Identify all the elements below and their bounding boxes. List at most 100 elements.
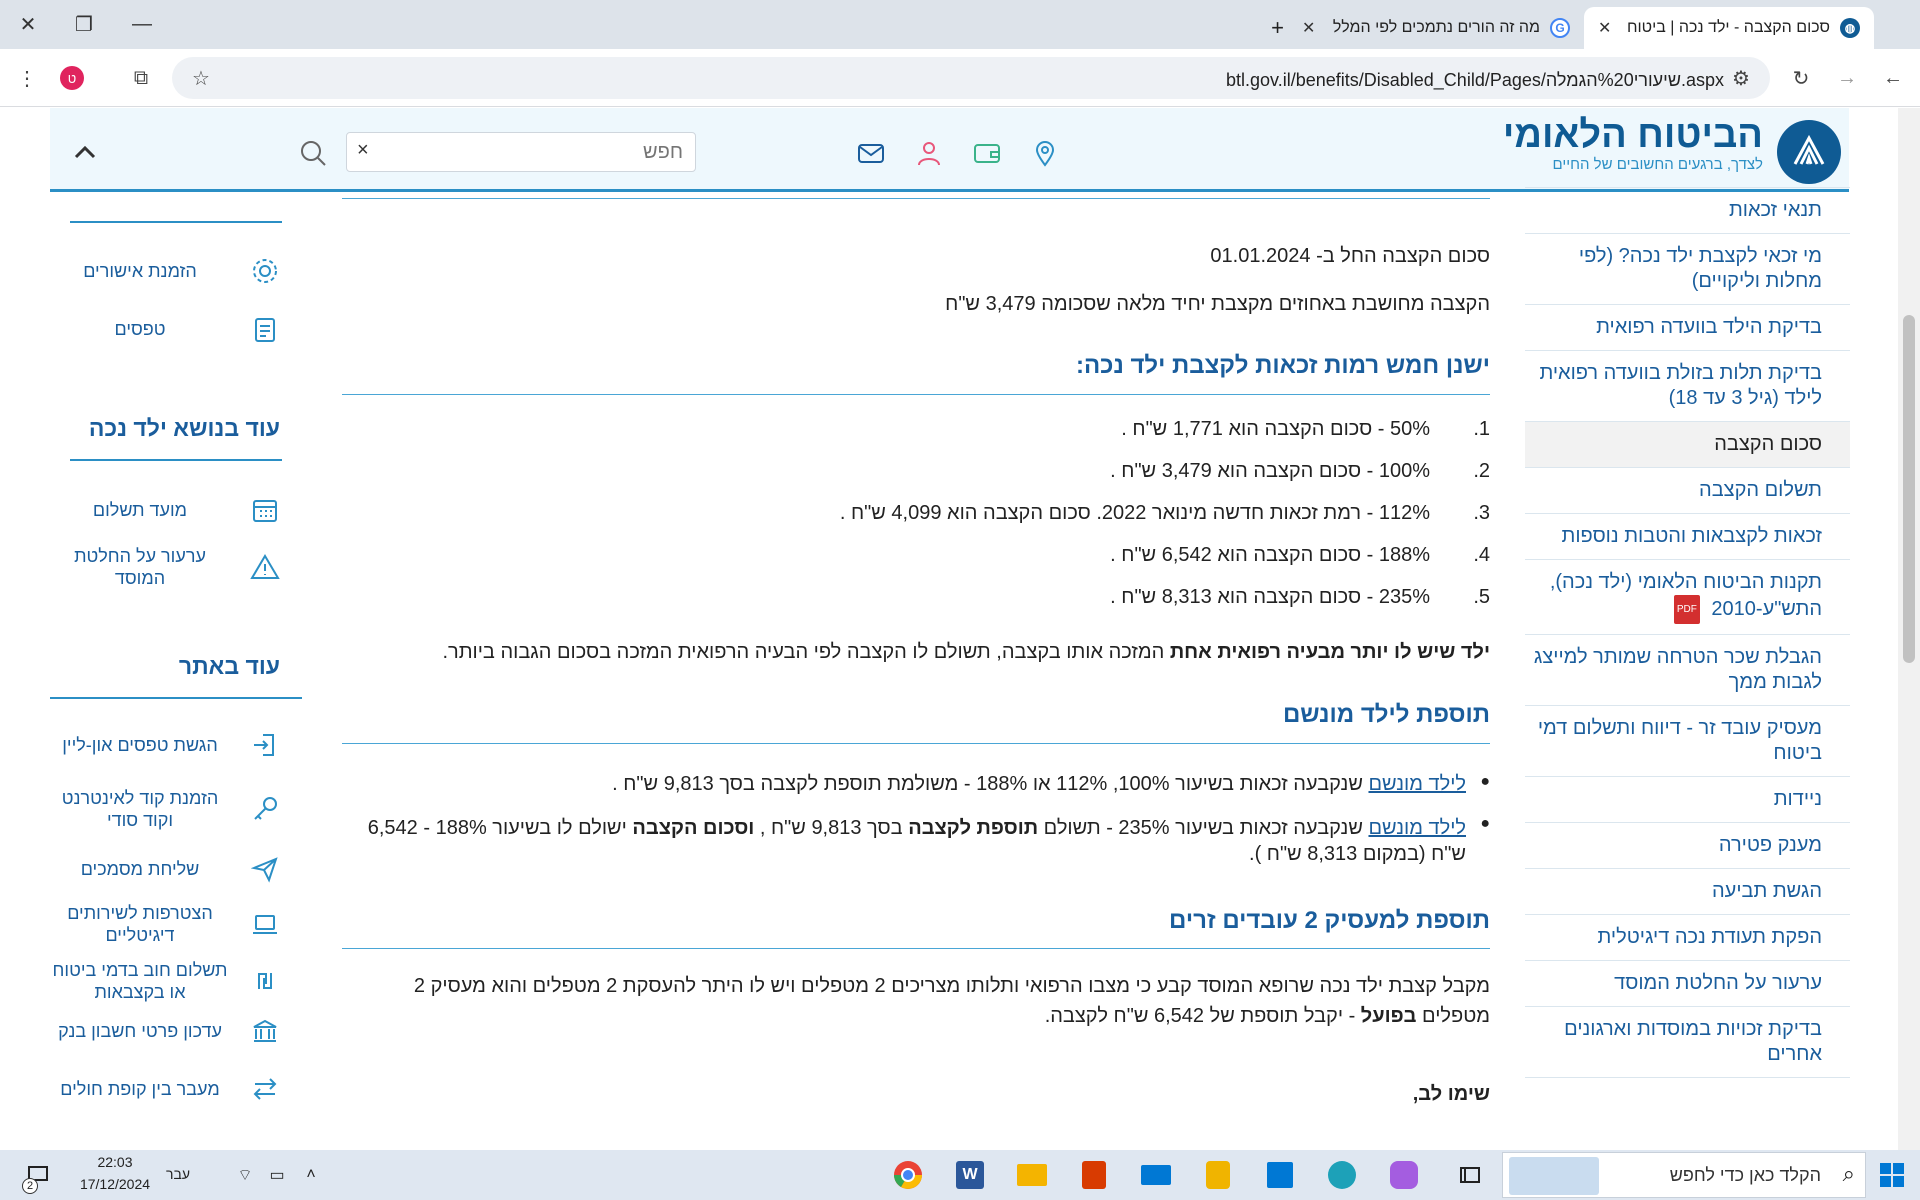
nav-item-digital-certificate[interactable]: הפקת תעודת נכה דיגיטלית [1525, 915, 1850, 961]
ventilated-heading: תוספת לילד מונשם [1283, 701, 1490, 728]
site-heading: עוד באתר [178, 653, 280, 679]
menu-dots-icon[interactable]: ⋮ [10, 61, 44, 95]
user-icon[interactable] [914, 138, 944, 168]
topic-heading: עוד בנושא ילד נכה [88, 415, 280, 441]
level-item: 4. 188% - סכום הקצבה הוא 6,542 ש"ח . [1110, 544, 1490, 566]
page-scrollbar[interactable] [1898, 108, 1920, 1150]
sidebar-item-order-code[interactable]: הזמנת קוד לאינטרנט וקוד סודי [50, 787, 280, 831]
lock-app-icon[interactable] [1198, 1156, 1238, 1194]
sidebar-item-appeal[interactable]: ערעור על החלטת המוסד [50, 545, 280, 589]
windows-start-icon[interactable] [1872, 1156, 1912, 1194]
levels-rule [342, 394, 1490, 395]
bookmark-star-icon[interactable]: ☆ [184, 61, 218, 95]
nav-item-foreign-worker[interactable]: מעסיק עובד זר - דיווח ותשלום דמי ביטוח [1525, 706, 1850, 777]
clock-date[interactable]: 17/12/2024 [70, 1176, 160, 1192]
level-item: 1. 50% - סכום הקצבה הוא 1,771 ש"ח . [1121, 418, 1490, 440]
chevron-up-icon[interactable] [70, 138, 100, 168]
clock-time[interactable]: 22:03 [75, 1154, 155, 1170]
close-tab-icon[interactable]: ✕ [1598, 18, 1611, 38]
sidebar-item-order-certificates[interactable]: הזמנת אישורים [50, 256, 280, 286]
sidebar-top-rule [70, 221, 282, 223]
topic-rule [70, 459, 282, 461]
sidebar-item-pay-debt[interactable]: תשלום חוב בדמי ביטוח או בקצבאות [50, 959, 280, 1003]
btl-logo[interactable] [1777, 120, 1841, 184]
minimize-window-icon[interactable]: — [114, 0, 170, 49]
wallet-icon[interactable] [972, 138, 1002, 168]
chrome-app-icon[interactable] [888, 1156, 928, 1194]
restore-window-icon[interactable]: ❐ [56, 0, 112, 49]
file-explorer-icon[interactable] [1012, 1156, 1052, 1194]
url-text[interactable]: btl.gov.il/benefits/Disabled_Child/Pages… [1226, 70, 1724, 91]
clipboard-icon [250, 314, 280, 344]
location-icon[interactable] [1030, 138, 1060, 168]
bank-icon [250, 1016, 280, 1046]
profile-avatar[interactable]: ט [60, 66, 84, 90]
nav-item-medical-committee[interactable]: בדיקת הילד בוועדה רפואית [1525, 305, 1850, 351]
tab-title: סכום הקצבה - ילד נכה | ביטוח ל [1623, 19, 1830, 36]
clear-search-icon[interactable]: × [357, 139, 369, 162]
plus-icon: + [1271, 15, 1284, 40]
multi-condition-note: ילד שיש לו יותר מבעיה רפואית אחת המזכה א… [442, 641, 1490, 663]
ventilated-child-link[interactable]: לילד מונשם [1368, 817, 1466, 839]
reload-icon[interactable]: ↻ [1784, 61, 1818, 95]
nav-item-dependency-check[interactable]: בדיקת תלות בזולת בוועדה רפואית לילד (גיל… [1525, 351, 1850, 422]
employer-rule [342, 948, 1490, 949]
edge-app-icon[interactable] [1322, 1156, 1362, 1194]
nav-item-other-institutions[interactable]: בדיקת זכויות במוסדות וארגונים אחרים [1525, 1007, 1850, 1078]
send-icon [250, 854, 280, 884]
task-view-icon[interactable] [1450, 1156, 1490, 1194]
nav-item-fee-limit[interactable]: הגבלת שכר הטרחה שמותר למייצג לגבות ממך [1525, 635, 1850, 706]
sidebar-item-online-forms[interactable]: הגשת טפסים און-ליין [50, 730, 280, 760]
wifi-icon[interactable]: ⌔ [230, 1156, 260, 1194]
search-icon: ⌕ [1842, 1161, 1855, 1186]
search-input[interactable] [405, 137, 685, 167]
word-app-icon[interactable]: W [950, 1156, 990, 1194]
gear-icon [250, 256, 280, 286]
note-heading: שימו לב, [1412, 1083, 1490, 1105]
tab-active[interactable]: ◍ סכום הקצבה - ילד נכה | ביטוח ל ✕ [1584, 7, 1874, 49]
btl-favicon-icon: ◍ [1840, 18, 1860, 38]
sidebar-item-bank-details[interactable]: עדכון פרטי חשבון בנק [50, 1016, 280, 1046]
browser-tab-bar: ✕ ❐ — + G מה זה הורים נתמכים לפי המלל ✕ … [0, 0, 1920, 49]
sidebar-item-forms[interactable]: טפסים [50, 314, 280, 344]
nav-item-submit-claim[interactable]: הגשת תביעה [1525, 869, 1850, 915]
sidebar-item-send-docs[interactable]: שליחת מסמכים [50, 854, 280, 884]
nav-item-death-grant[interactable]: מענק פטירה [1525, 823, 1850, 869]
ventilated-child-link[interactable]: לילד מונשם [1368, 773, 1466, 795]
language-indicator[interactable]: עבר [166, 1166, 190, 1182]
back-icon[interactable]: ← [1876, 61, 1910, 95]
tab-inactive[interactable]: G מה זה הורים נתמכים לפי המלל ✕ [1288, 7, 1584, 49]
office-app-icon[interactable] [1074, 1156, 1114, 1194]
nav-item-benefit-payment[interactable]: תשלום הקצבה [1525, 468, 1850, 514]
nav-item-mobility[interactable]: ניידות [1525, 777, 1850, 823]
shekel-icon [250, 966, 280, 996]
store-app-icon[interactable] [1260, 1156, 1300, 1194]
site-settings-icon[interactable]: ⚙ [1724, 61, 1758, 95]
nav-item-regulations[interactable]: תקנות הביטוח הלאומי (ילד נכה), התש"ע-201… [1525, 560, 1850, 635]
key-icon [250, 794, 280, 824]
brand-block: הביטוח הלאומי לצדך, ברגעים החשובים של הח… [1503, 114, 1763, 173]
tray-chevron-icon[interactable]: ˄ [296, 1156, 326, 1194]
tab-title: מה זה הורים נתמכים לפי המלל [1332, 19, 1540, 36]
nav-item-benefit-amount[interactable]: סכום הקצבה [1525, 422, 1850, 468]
nav-item-additional-benefits[interactable]: זכאות לקצבאות והטבות נוספות [1525, 514, 1850, 560]
close-tab-icon[interactable]: ✕ [1302, 18, 1315, 38]
employer-heading: תוספת למעסיק 2 עובדים זרים [1169, 907, 1490, 934]
extensions-icon[interactable]: ⧉ [124, 61, 158, 95]
sidebar-item-switch-hmo[interactable]: מעבר בין קופת חולים [50, 1074, 280, 1104]
copilot-app-icon[interactable] [1384, 1156, 1424, 1194]
scrollbar-thumb[interactable] [1903, 315, 1915, 663]
laptop-icon [250, 909, 280, 939]
mail-icon[interactable] [856, 138, 886, 168]
sidebar-item-payment-date[interactable]: מועד תשלום [50, 495, 280, 525]
ventilated-rule [342, 743, 1490, 744]
close-window-icon[interactable]: ✕ [0, 0, 56, 49]
search-icon[interactable] [298, 138, 328, 168]
nav-item-appeal[interactable]: ערעור על החלטת המוסד [1525, 961, 1850, 1007]
sidebar-item-digital-services[interactable]: הצטרפות לשירותים דיגיטליים [50, 902, 280, 946]
nav-item-who-eligible[interactable]: מי זכאי לקצבת ילד נכה? (לפי מחלות וליקוי… [1525, 234, 1850, 305]
battery-icon[interactable]: ▭ [262, 1156, 292, 1194]
taskbar-search-box[interactable]: הקלד כאן כדי לחפש ⌕ [1502, 1152, 1866, 1198]
mail-app-icon[interactable] [1136, 1156, 1176, 1194]
nav-item-eligibility[interactable]: תנאי זכאות [1525, 188, 1850, 234]
